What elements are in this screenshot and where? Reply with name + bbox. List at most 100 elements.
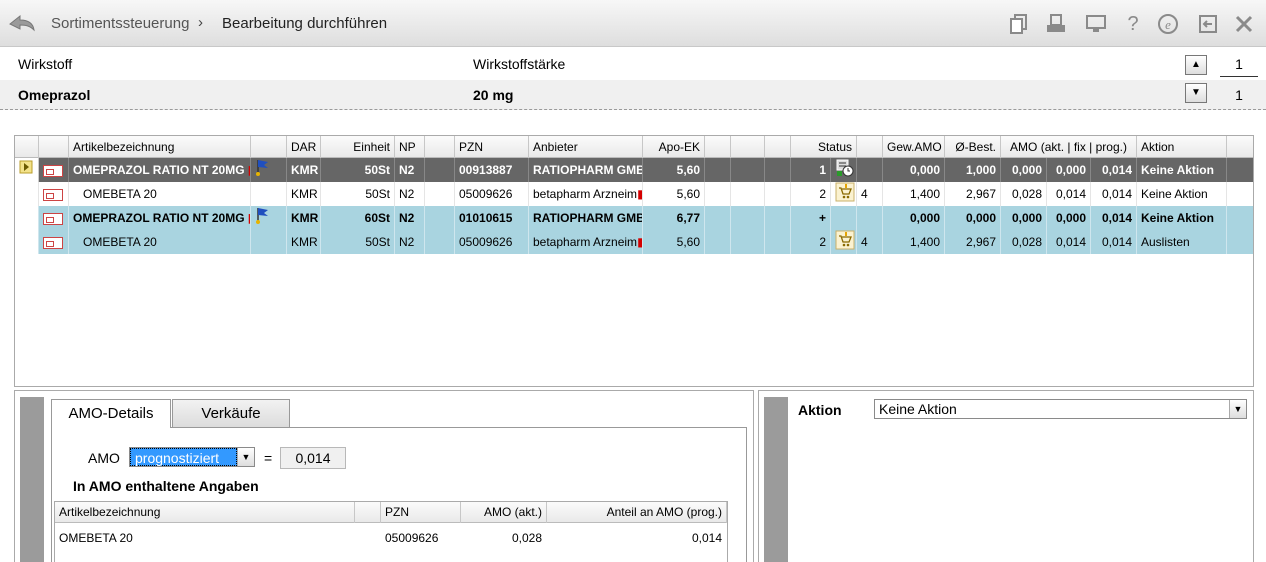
col-artikelbezeichnung[interactable]: Artikelbezeichnung bbox=[69, 136, 251, 158]
flag-icon bbox=[256, 208, 268, 224]
cell-blank bbox=[731, 182, 765, 206]
cell-np: N2 bbox=[395, 206, 425, 230]
sub-col-artikelbezeichnung[interactable]: Artikelbezeichnung bbox=[55, 502, 355, 523]
cell-blank bbox=[731, 206, 765, 230]
cell-blank bbox=[425, 158, 455, 182]
status-icon-cell bbox=[831, 206, 857, 230]
anbieter-text: betapharm Arzneim bbox=[533, 235, 638, 249]
cell-dar: KMR bbox=[287, 230, 321, 254]
aktion-label: Aktion bbox=[798, 402, 842, 418]
current-row-arrow-icon bbox=[19, 160, 33, 174]
cell-aktion[interactable]: Keine Aktion bbox=[1137, 158, 1227, 182]
cell-amo-akt: 0,028 bbox=[1001, 230, 1047, 254]
copy-icon[interactable] bbox=[1007, 12, 1031, 36]
col-status[interactable]: Status bbox=[791, 136, 857, 158]
cell-status: 2 bbox=[791, 230, 831, 254]
table-row[interactable]: OMEBETA 20 05009626 0,028 0,014 bbox=[55, 526, 727, 550]
amo-label: AMO bbox=[88, 450, 120, 466]
col-blank4 bbox=[765, 136, 791, 158]
amo-subtable[interactable]: Artikelbezeichnung PZN AMO (akt.) Anteil… bbox=[54, 501, 728, 562]
cell-amo-fix: 0,000 bbox=[1047, 158, 1091, 182]
cell-blank bbox=[731, 230, 765, 254]
col-pzn[interactable]: PZN bbox=[455, 136, 529, 158]
flag-cell bbox=[251, 206, 287, 230]
table-row[interactable]: OMEPRAZOL RATIO NT 20MG ▮ KMR 50St N2 00… bbox=[15, 158, 1253, 182]
cell-statuscount: 4 bbox=[857, 182, 883, 206]
anbieter-text: betapharm Arzneim bbox=[533, 187, 638, 201]
amo-mode-select[interactable]: prognostiziert ▼ bbox=[129, 447, 255, 467]
sub-col-blank bbox=[355, 502, 381, 523]
panel-sidebar bbox=[20, 397, 44, 562]
breadcrumb-root[interactable]: Sortimentssteuerung bbox=[51, 15, 189, 32]
back-arrow-icon[interactable] bbox=[8, 12, 36, 34]
sub-col-pzn[interactable]: PZN bbox=[381, 502, 461, 523]
package-icon bbox=[43, 164, 63, 177]
close-icon[interactable] bbox=[1232, 12, 1256, 36]
cell-blank bbox=[705, 230, 731, 254]
table-row[interactable]: OMEBETA 20 KMR 50St N2 05009626 betaphar… bbox=[15, 230, 1253, 254]
print-icon[interactable] bbox=[1044, 12, 1068, 36]
equals-sign: = bbox=[264, 450, 273, 466]
sub-cell-pzn: 05009626 bbox=[385, 531, 439, 545]
help-icon[interactable]: ? bbox=[1121, 12, 1145, 36]
aktion-value: Keine Aktion bbox=[879, 401, 957, 417]
cell-aktion[interactable]: Auslisten bbox=[1137, 230, 1227, 254]
tab-amo-details[interactable]: AMO-Details bbox=[51, 399, 171, 428]
shopping-cart-icon bbox=[835, 182, 855, 202]
col-np[interactable]: NP bbox=[395, 136, 425, 158]
cell-aktion[interactable]: Keine Aktion bbox=[1137, 182, 1227, 206]
monitor-icon[interactable] bbox=[1084, 12, 1108, 36]
row-selector[interactable] bbox=[15, 158, 39, 182]
cell-blank bbox=[425, 182, 455, 206]
chevron-down-icon[interactable]: ▼ bbox=[1229, 400, 1246, 418]
col-blank2 bbox=[705, 136, 731, 158]
row-selector[interactable] bbox=[15, 206, 39, 230]
status-icon-cell bbox=[831, 230, 857, 254]
col-amo[interactable]: AMO (akt. | fix | prog.) bbox=[1001, 136, 1137, 158]
flag-icon bbox=[256, 160, 268, 176]
col-obest[interactable]: Ø-Best. bbox=[945, 136, 1001, 158]
package-icon bbox=[43, 236, 63, 249]
page-up-button[interactable]: ▲ bbox=[1185, 55, 1207, 75]
cell-obest: 1,000 bbox=[945, 158, 1001, 182]
cell-artikelbezeichnung[interactable]: OMEPRAZOL RATIO NT 20MG ▮ bbox=[69, 206, 251, 230]
col-apoek[interactable]: Apo-EK bbox=[643, 136, 705, 158]
col-gewamo[interactable]: Gew.AMO bbox=[883, 136, 945, 158]
col-aktion[interactable]: Aktion bbox=[1137, 136, 1227, 158]
wirkstoff-label: Wirkstoff bbox=[18, 56, 73, 72]
sub-col-amo-akt[interactable]: AMO (akt.) bbox=[461, 502, 547, 523]
table-row[interactable]: OMEBETA 20 KMR 50St N2 05009626 betaphar… bbox=[15, 182, 1253, 206]
row-selector[interactable] bbox=[15, 182, 39, 206]
article-grid[interactable]: Artikelbezeichnung DAR Einheit NP PZN An… bbox=[14, 135, 1254, 387]
aktion-select[interactable]: Keine Aktion ▼ bbox=[874, 399, 1247, 419]
col-anbieter[interactable]: Anbieter bbox=[529, 136, 643, 158]
breadcrumb-current: Bearbeitung durchführen bbox=[222, 15, 388, 32]
cell-artikelbezeichnung[interactable]: OMEBETA 20 bbox=[69, 230, 251, 254]
cell-blank bbox=[765, 158, 791, 182]
wirkstoff-row[interactable]: Omeprazol 20 mg ▼ 1 bbox=[0, 80, 1266, 110]
cell-aktion[interactable]: Keine Aktion bbox=[1137, 206, 1227, 230]
page-down-button[interactable]: ▼ bbox=[1185, 83, 1207, 103]
cell-obest: 2,967 bbox=[945, 182, 1001, 206]
tab-verkaeufe[interactable]: Verkäufe bbox=[172, 399, 290, 427]
row-selector[interactable] bbox=[15, 230, 39, 254]
cell-blank bbox=[705, 182, 731, 206]
col-dar[interactable]: DAR bbox=[287, 136, 321, 158]
cell-blank bbox=[425, 206, 455, 230]
sub-cell-amo-akt: 0,028 bbox=[511, 531, 542, 545]
cell-blank bbox=[765, 182, 791, 206]
chevron-down-icon[interactable]: ▼ bbox=[237, 448, 254, 466]
cell-artikelbezeichnung[interactable]: OMEPRAZOL RATIO NT 20MG ▮ bbox=[69, 158, 251, 182]
col-einheit[interactable]: Einheit bbox=[321, 136, 395, 158]
cell-np: N2 bbox=[395, 182, 425, 206]
cell-artikelbezeichnung[interactable]: OMEBETA 20 bbox=[69, 182, 251, 206]
e-info-icon[interactable]: e bbox=[1156, 12, 1180, 36]
cell-apoek: 6,77 bbox=[643, 206, 705, 230]
anbieter-text: RATIOPHARM GMB bbox=[533, 211, 643, 225]
exit-window-icon[interactable] bbox=[1196, 12, 1220, 36]
sub-col-anteil[interactable]: Anteil an AMO (prog.) bbox=[547, 502, 727, 523]
table-row[interactable]: OMEPRAZOL RATIO NT 20MG ▮ KMR 60St N2 01… bbox=[15, 206, 1253, 230]
cell-gewamo: 1,400 bbox=[883, 230, 945, 254]
cell-pzn: 01010615 bbox=[455, 206, 529, 230]
cell-einheit: 50St bbox=[321, 182, 395, 206]
